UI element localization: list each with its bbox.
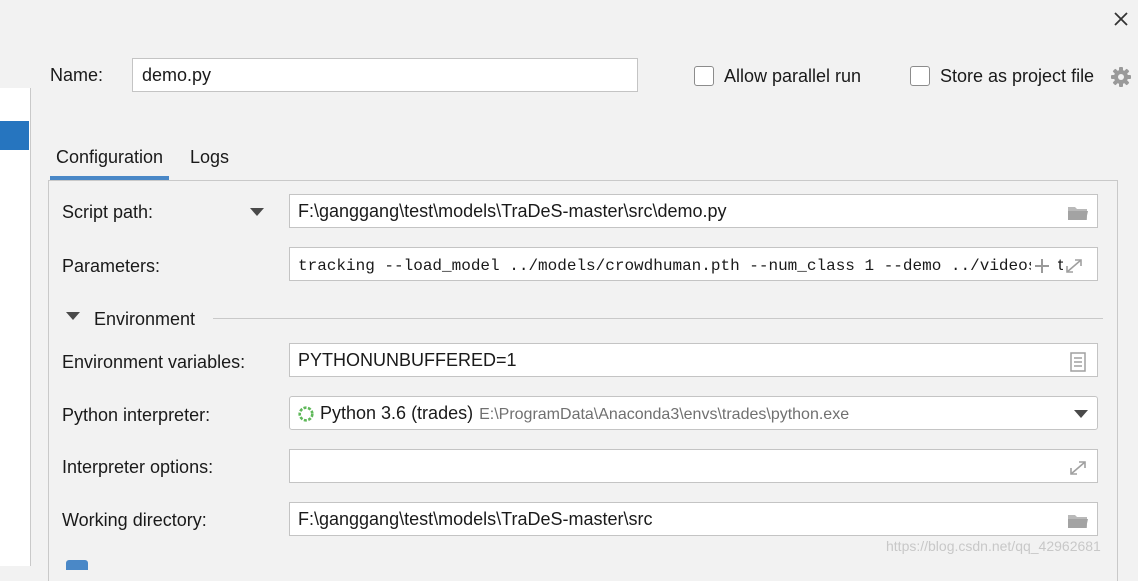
name-input[interactable]: demo.py [132, 58, 638, 92]
gear-icon [1111, 67, 1131, 87]
working-directory-value: F:\ganggang\test\models\TraDeS-master\sr… [298, 509, 653, 529]
expand-parameters-button[interactable] [1063, 254, 1089, 274]
python-interpreter-label: Python interpreter: [62, 405, 211, 425]
expand-interpreter-options-button[interactable] [1067, 456, 1089, 476]
add-content-roots-checkbox[interactable] [66, 560, 88, 570]
script-path-type-dropdown[interactable] [250, 208, 264, 216]
parameters-value: tracking --load_model ../models/crowdhum… [298, 257, 1076, 275]
name-label: Name: [50, 65, 104, 85]
interpreter-options-label: Interpreter options: [62, 457, 214, 477]
browse-working-directory-button[interactable] [1067, 509, 1089, 529]
store-as-project-file-checkbox[interactable] [910, 66, 930, 86]
script-path-label: Script path: [62, 202, 154, 222]
environment-variables-label: Environment variables: [62, 352, 246, 372]
environment-variables-input[interactable]: PYTHONUNBUFFERED=1 [289, 343, 1098, 377]
folder-icon [1068, 515, 1088, 528]
interpreter-options-input[interactable] [289, 449, 1098, 483]
tab-logs[interactable]: Logs [184, 142, 235, 180]
expand-icon [1070, 461, 1086, 475]
script-path-input[interactable]: F:\ganggang\test\models\TraDeS-master\sr… [289, 194, 1098, 228]
triangle-down-icon [66, 312, 80, 320]
working-directory-label: Working directory: [62, 510, 207, 530]
tab-configuration[interactable]: Configuration [50, 142, 170, 180]
environment-variables-value: PYTHONUNBUFFERED=1 [298, 350, 517, 370]
expand-icon [1066, 259, 1082, 273]
store-as-project-file-label[interactable]: Store as project file [940, 65, 1094, 87]
folder-icon [1068, 207, 1088, 220]
insert-macro-button[interactable] [1031, 254, 1057, 274]
python-interpreter-select[interactable]: Python 3.6 (trades) E:\ProgramData\Anacon… [289, 396, 1098, 430]
chevron-down-icon[interactable] [1074, 410, 1088, 418]
script-path-value: F:\ganggang\test\models\TraDeS-master\sr… [298, 201, 727, 221]
plus-icon [1035, 259, 1049, 273]
edit-environment-variables-button[interactable] [1067, 350, 1089, 372]
allow-parallel-run-label[interactable]: Allow parallel run [724, 65, 861, 87]
watermark-text: https://blog.csdn.net/qq_42962681 [886, 538, 1101, 554]
python-interpreter-path: E:\ProgramData\Anaconda3\envs\trades\pyt… [479, 406, 850, 423]
document-icon [1070, 352, 1086, 372]
parameters-input[interactable]: tracking --load_model ../models/crowdhum… [289, 247, 1098, 281]
parameters-label: Parameters: [62, 256, 161, 276]
python-interpreter-icon [298, 400, 314, 422]
configuration-list-panel[interactable] [0, 88, 31, 566]
browse-script-button[interactable] [1067, 201, 1089, 221]
close-button[interactable] [1108, 6, 1134, 32]
settings-button[interactable] [1110, 66, 1132, 88]
environment-section-title[interactable]: Environment [94, 308, 195, 330]
environment-collapse-toggle[interactable] [66, 312, 80, 320]
python-interpreter-name: Python 3.6 (trades) [320, 403, 474, 423]
environment-separator [213, 318, 1103, 319]
configuration-list-selected-item[interactable] [0, 121, 29, 150]
allow-parallel-run-checkbox[interactable] [694, 66, 714, 86]
close-icon [1114, 12, 1128, 26]
working-directory-input[interactable]: F:\ganggang\test\models\TraDeS-master\sr… [289, 502, 1098, 536]
